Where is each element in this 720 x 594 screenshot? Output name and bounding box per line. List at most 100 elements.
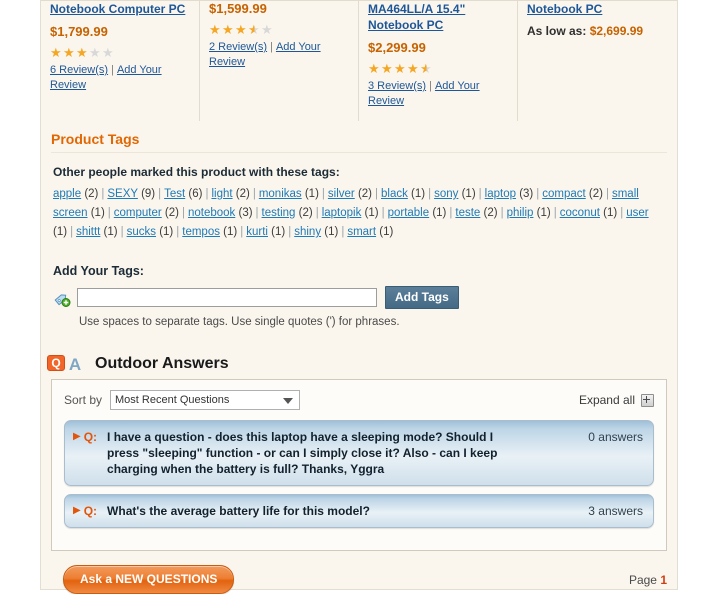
product-name-link[interactable]: Notebook Computer PC xyxy=(50,1,190,17)
tag-separator: | xyxy=(341,226,345,238)
tag-cloud: apple (2) | SEXY (9) | Test (6) | light (2) | mo… xyxy=(53,185,667,242)
tag-link[interactable]: notebook xyxy=(188,207,235,219)
sort-by-select[interactable]: Most Recent Questions xyxy=(110,390,301,410)
tag-count: (2) xyxy=(354,188,372,200)
tag-count: (1) xyxy=(429,207,447,219)
tag-link[interactable]: portable xyxy=(388,207,430,219)
tag-link[interactable]: sucks xyxy=(127,226,156,238)
page-inner: Notebook Computer PC $1,799.99 ★★★★★ 6 R… xyxy=(41,0,677,594)
add-tags-row: Add Tags xyxy=(53,286,667,309)
tag-link[interactable]: shittt xyxy=(76,226,100,238)
tag-link[interactable]: kurti xyxy=(246,226,268,238)
tag-count: (1) xyxy=(219,226,238,238)
tag-link[interactable]: silver xyxy=(328,188,355,200)
tag-count: (2) xyxy=(295,207,313,219)
product-card-3[interactable]: MA464LL/A 15.4" Notebook PC $2,299.99 ★★… xyxy=(359,1,518,121)
tag-count: (1) xyxy=(301,188,319,200)
tag-separator: | xyxy=(620,207,624,219)
tag-link[interactable]: philip xyxy=(507,207,534,219)
reviews-count-link[interactable]: 2 Review(s) xyxy=(209,41,267,53)
qa-header: Q A Outdoor Answers xyxy=(47,354,677,374)
rating-stars: ★★★★★ xyxy=(50,45,114,60)
sort-by-selected-value: Most Recent Questions xyxy=(115,394,230,406)
qa-panel: Sort by Most Recent Questions Expand all… xyxy=(51,379,667,551)
review-links: 6 Review(s) | Add Your Review xyxy=(50,63,190,93)
tag-link[interactable]: tempos xyxy=(182,226,220,238)
tag-link[interactable]: sony xyxy=(434,188,458,200)
tag-link[interactable]: testing xyxy=(262,207,296,219)
review-links: 2 Review(s) | Add Your Review xyxy=(209,40,349,70)
tag-count: (1) xyxy=(100,226,118,238)
tag-separator: | xyxy=(375,188,378,200)
tag-separator: | xyxy=(176,226,180,238)
tag-separator: | xyxy=(120,226,124,238)
tag-link[interactable]: light xyxy=(211,188,232,200)
page-indicator: Page 1 xyxy=(629,573,667,587)
tag-link[interactable]: coconut xyxy=(560,207,600,219)
add-tags-hint: Use spaces to separate tags. Use single … xyxy=(79,316,400,328)
tag-link[interactable]: apple xyxy=(53,188,81,200)
tag-count: (1) xyxy=(267,226,286,238)
question-row[interactable]: ▶ Q: What's the average battery life for… xyxy=(64,494,654,528)
link-separator: | xyxy=(429,80,432,92)
add-tags-input[interactable] xyxy=(77,288,377,307)
product-card-4[interactable]: Notebook PC As low as: $2,699.99 xyxy=(518,1,677,121)
rating-stars: ★★★★★ xyxy=(209,22,273,37)
product-name-link[interactable]: Notebook PC xyxy=(527,1,668,17)
tag-link[interactable]: black xyxy=(381,188,408,200)
tag-link[interactable]: user xyxy=(626,207,648,219)
tag-link[interactable]: teste xyxy=(455,207,480,219)
qa-title: Outdoor Answers xyxy=(95,354,229,372)
tag-separator: | xyxy=(381,207,385,219)
add-your-tags-label: Add Your Tags: xyxy=(53,264,144,278)
plus-icon xyxy=(641,393,654,407)
add-tags-button[interactable]: Add Tags xyxy=(385,286,459,309)
sort-by-label: Sort by xyxy=(64,393,103,407)
question-prefix: Q: xyxy=(83,430,98,444)
tag-separator: | xyxy=(605,188,609,200)
tag-link[interactable]: laptopik xyxy=(322,207,362,219)
svg-text:A: A xyxy=(69,355,81,373)
product-tags-section: Product Tags Other people marked this pr… xyxy=(41,121,677,328)
tag-link[interactable]: computer xyxy=(114,207,162,219)
tag-separator: | xyxy=(321,188,325,200)
tag-count: (1) xyxy=(533,207,551,219)
question-row[interactable]: ▶ Q: I have a question - does this lapto… xyxy=(64,420,654,486)
product-grid: Notebook Computer PC $1,799.99 ★★★★★ 6 R… xyxy=(41,0,677,121)
tag-link[interactable]: Test xyxy=(164,188,185,200)
reviews-count-link[interactable]: 6 Review(s) xyxy=(50,64,108,76)
tag-count: (1) xyxy=(321,226,339,238)
tag-separator: | xyxy=(240,226,244,238)
qa-toolbar: Sort by Most Recent Questions Expand all xyxy=(64,390,654,410)
tag-link[interactable]: smart xyxy=(347,226,376,238)
tag-link[interactable]: shiny xyxy=(294,226,321,238)
tag-count: (1) xyxy=(376,226,394,238)
question-text: What's the average battery life for this… xyxy=(107,504,370,518)
tag-separator: | xyxy=(478,188,482,200)
product-price: $1,799.99 xyxy=(50,24,108,39)
tag-count: (6) xyxy=(185,188,203,200)
tag-count: (3) xyxy=(516,188,534,200)
product-name-link[interactable]: MA464LL/A 15.4" Notebook PC xyxy=(368,1,508,33)
link-separator: | xyxy=(111,64,114,76)
reviews-count-link[interactable]: 3 Review(s) xyxy=(368,80,426,92)
tag-link[interactable]: compact xyxy=(542,188,585,200)
ask-new-question-button[interactable]: Ask a NEW QUESTIONS xyxy=(63,565,235,594)
tag-count: (1) xyxy=(458,188,476,200)
page-number: 1 xyxy=(660,572,667,587)
product-card-1[interactable]: Notebook Computer PC $1,799.99 ★★★★★ 6 R… xyxy=(41,1,200,121)
rating-stars: ★★★★★ xyxy=(368,61,432,76)
expand-all-button[interactable]: Expand all xyxy=(579,393,654,407)
tag-count: (2) xyxy=(232,188,250,200)
tag-link[interactable]: monikas xyxy=(259,188,302,200)
expand-all-label: Expand all xyxy=(578,393,635,407)
tag-count: (1) xyxy=(599,207,618,219)
tag-count: (1) xyxy=(407,188,426,200)
product-card-2[interactable]: $1,599.99 ★★★★★ 2 Review(s) | Add Your Rev… xyxy=(200,1,359,121)
tag-link[interactable]: SEXY xyxy=(107,188,137,200)
tag-separator: | xyxy=(107,207,111,219)
tag-link[interactable]: laptop xyxy=(485,188,516,200)
answer-count: 0 answers xyxy=(588,430,643,444)
tag-separator: | xyxy=(252,188,256,200)
tag-separator: | xyxy=(428,188,432,200)
